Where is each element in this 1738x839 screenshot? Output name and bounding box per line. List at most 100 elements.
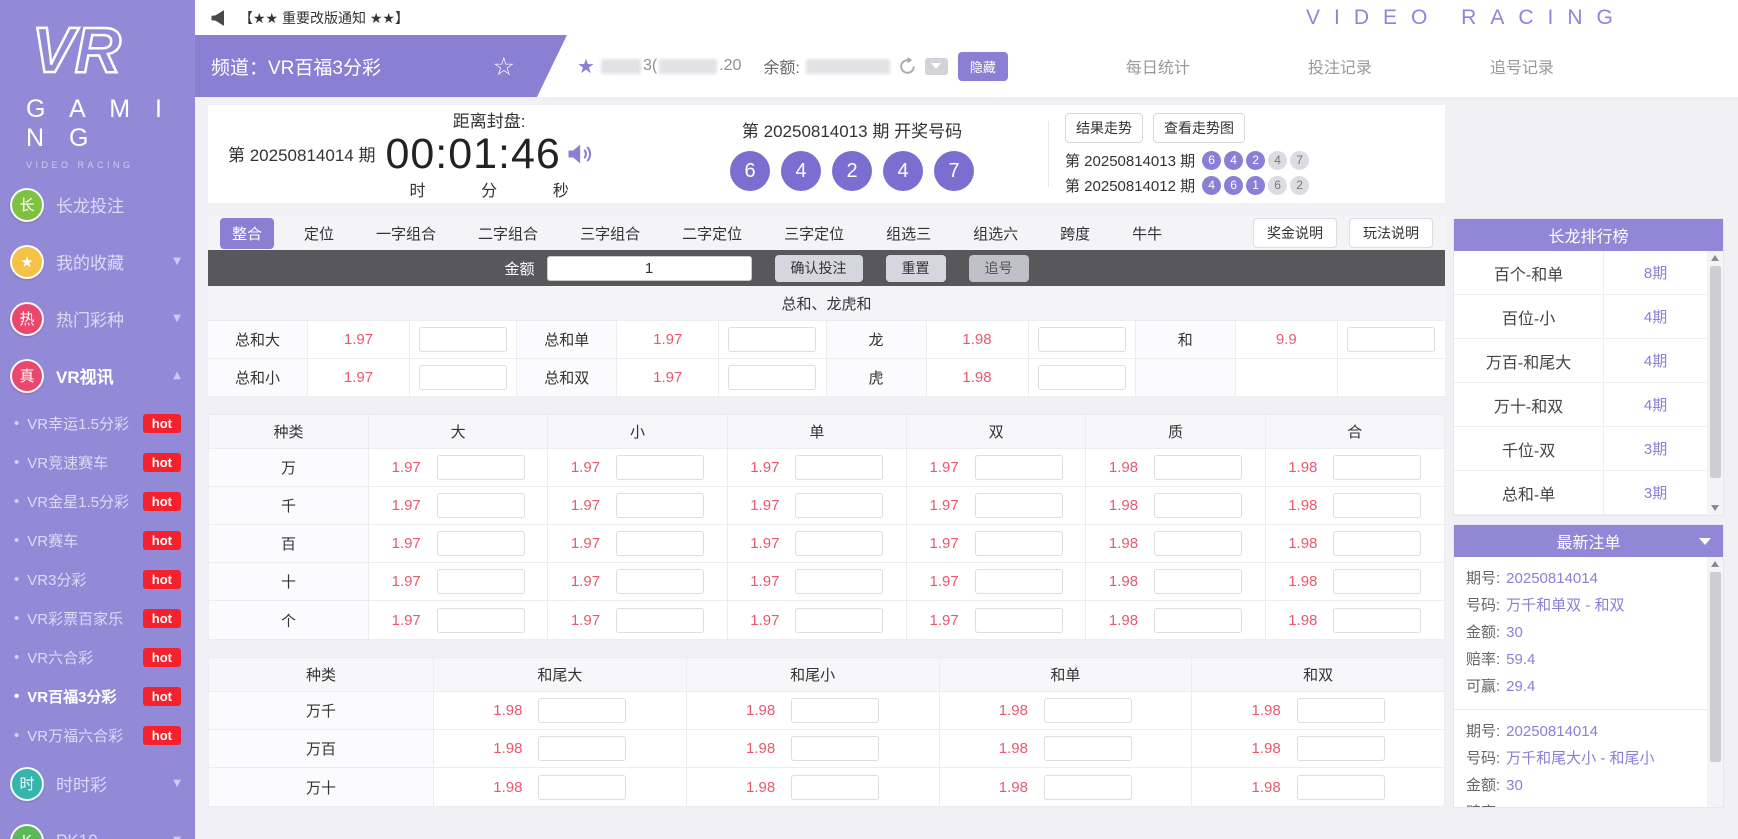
favorite-star-icon[interactable]: ☆ xyxy=(493,52,515,81)
bet-amount-input[interactable] xyxy=(795,608,883,633)
bet-amount-input[interactable] xyxy=(616,608,704,633)
ranking-row[interactable]: 百位-小4期 xyxy=(1454,295,1707,339)
sidebar-sub-item[interactable]: •VR竞速赛车hot xyxy=(0,443,195,482)
bet-amount-input[interactable] xyxy=(975,569,1063,594)
bet-amount-input[interactable] xyxy=(437,608,525,633)
scrollbar-thumb[interactable] xyxy=(1710,572,1721,762)
bet-amount-input[interactable] xyxy=(1154,608,1242,633)
ranking-row[interactable]: 万十-和双4期 xyxy=(1454,383,1707,427)
bet-amount-input[interactable] xyxy=(538,736,626,761)
bet-amount-input[interactable] xyxy=(1154,569,1242,594)
ranking-row[interactable]: 千位-双3期 xyxy=(1454,427,1707,471)
play-tab[interactable]: 牛牛 xyxy=(1120,218,1174,249)
bet-amount-input[interactable] xyxy=(791,775,879,800)
bet-amount-input[interactable] xyxy=(1297,698,1385,723)
bet-amount-input[interactable] xyxy=(1154,493,1242,518)
refresh-icon[interactable] xyxy=(898,57,917,76)
bet-amount-input[interactable] xyxy=(1333,531,1421,556)
play-tab[interactable]: 一字组合 xyxy=(364,218,448,249)
bet-amount-input[interactable] xyxy=(1297,775,1385,800)
help-button[interactable]: 玩法说明 xyxy=(1349,218,1433,248)
bet-amount-input[interactable] xyxy=(1333,455,1421,480)
play-tab[interactable]: 二字定位 xyxy=(670,218,754,249)
header-nav-link[interactable]: 追号记录 xyxy=(1490,54,1554,78)
play-tab[interactable]: 定位 xyxy=(292,218,346,249)
scrollbar-thumb[interactable] xyxy=(1710,266,1721,478)
bet-amount-input[interactable] xyxy=(795,455,883,480)
bet-amount-input[interactable] xyxy=(419,365,507,390)
sidebar-sub-item[interactable]: •VR六合彩hot xyxy=(0,638,195,677)
bet-amount-input[interactable] xyxy=(795,531,883,556)
sidebar-sub-item[interactable]: •VR金星1.5分彩hot xyxy=(0,482,195,521)
play-tab[interactable]: 整合 xyxy=(220,218,274,249)
collapse-chevron-icon[interactable] xyxy=(1699,538,1711,545)
sidebar-sub-item[interactable]: •VR彩票百家乐hot xyxy=(0,599,195,638)
bet-amount-input[interactable] xyxy=(538,698,626,723)
bet-amount-input[interactable] xyxy=(1333,493,1421,518)
ranking-scrollbar[interactable] xyxy=(1707,251,1723,515)
bet-amount-input[interactable] xyxy=(1297,736,1385,761)
bet-amount-input[interactable] xyxy=(1347,327,1435,352)
bet-amount-input[interactable] xyxy=(437,531,525,556)
bet-amount-input[interactable] xyxy=(1154,455,1242,480)
bet-amount-input[interactable] xyxy=(437,455,525,480)
bet-amount-input[interactable] xyxy=(616,455,704,480)
bet-amount-input[interactable] xyxy=(975,531,1063,556)
bet-amount-input[interactable] xyxy=(437,493,525,518)
bet-amount-input[interactable] xyxy=(728,327,816,352)
bet-amount-input[interactable] xyxy=(975,493,1063,518)
bet-amount-input[interactable] xyxy=(795,569,883,594)
sidebar-sub-item[interactable]: •VR幸运1.5分彩hot xyxy=(0,404,195,443)
sidebar-sub-item[interactable]: •VR3分彩hot xyxy=(0,560,195,599)
play-tab[interactable]: 三字定位 xyxy=(772,218,856,249)
bet-amount-input[interactable] xyxy=(791,736,879,761)
bet-amount-input[interactable] xyxy=(1154,531,1242,556)
bet-amount-input[interactable] xyxy=(1044,698,1132,723)
bet-amount-input[interactable] xyxy=(538,775,626,800)
sidebar-item[interactable]: 时时时彩▼ xyxy=(0,755,195,812)
help-button[interactable]: 奖金说明 xyxy=(1253,218,1337,248)
bet-amount-input[interactable] xyxy=(1038,365,1126,390)
sidebar-item[interactable]: 长长龙投注 xyxy=(0,176,195,233)
sidebar-item[interactable]: 热热门彩种▼ xyxy=(0,290,195,347)
play-tab[interactable]: 组选三 xyxy=(874,218,943,249)
bet-amount-input[interactable] xyxy=(795,493,883,518)
bet-amount-input[interactable] xyxy=(437,569,525,594)
header-nav-link[interactable]: 每日统计 xyxy=(1126,54,1190,78)
ranking-row[interactable]: 总和-单3期 xyxy=(1454,471,1707,515)
play-tab[interactable]: 二字组合 xyxy=(466,218,550,249)
scroll-up-arrow[interactable] xyxy=(1707,557,1723,571)
bet-amount-input[interactable] xyxy=(1044,736,1132,761)
sidebar-item[interactable]: KPK10▼ xyxy=(0,812,195,839)
sidebar-item[interactable]: 真VR视讯▲ xyxy=(0,347,195,404)
bet-amount-input[interactable] xyxy=(728,365,816,390)
play-tab[interactable]: 跨度 xyxy=(1048,218,1102,249)
bet-amount-input[interactable] xyxy=(791,698,879,723)
bet-amount-input[interactable] xyxy=(1044,775,1132,800)
bet-amount-input[interactable] xyxy=(419,327,507,352)
bet-amount-input[interactable] xyxy=(975,455,1063,480)
bet-amount-input[interactable] xyxy=(1333,608,1421,633)
scroll-up-arrow[interactable] xyxy=(1707,251,1723,265)
sidebar-sub-item[interactable]: •VR赛车hot xyxy=(0,521,195,560)
bet-amount-input[interactable] xyxy=(1038,327,1126,352)
play-tab[interactable]: 组选六 xyxy=(961,218,1030,249)
bet-amount-input[interactable] xyxy=(616,531,704,556)
chase-button[interactable]: 追号 xyxy=(969,255,1029,282)
sidebar-sub-item[interactable]: •VR百福3分彩hot xyxy=(0,677,195,716)
trend-button[interactable]: 查看走势图 xyxy=(1153,113,1245,143)
sidebar-item[interactable]: ★我的收藏▼ xyxy=(0,233,195,290)
bet-amount-input[interactable] xyxy=(616,569,704,594)
trend-button[interactable]: 结果走势 xyxy=(1065,113,1143,143)
bet-amount-input[interactable] xyxy=(1333,569,1421,594)
ranking-row[interactable]: 百个-和单8期 xyxy=(1454,251,1707,295)
play-tab[interactable]: 三字组合 xyxy=(568,218,652,249)
bet-amount-input[interactable] xyxy=(975,608,1063,633)
bet-amount-input[interactable] xyxy=(616,493,704,518)
amount-input[interactable] xyxy=(547,256,752,281)
confirm-button[interactable]: 确认投注 xyxy=(775,255,863,282)
reset-button[interactable]: 重置 xyxy=(886,255,946,282)
sidebar-sub-item[interactable]: •VR万福六合彩hot xyxy=(0,716,195,755)
latest-bets-scrollbar[interactable] xyxy=(1707,557,1723,807)
scroll-down-arrow[interactable] xyxy=(1707,501,1723,515)
